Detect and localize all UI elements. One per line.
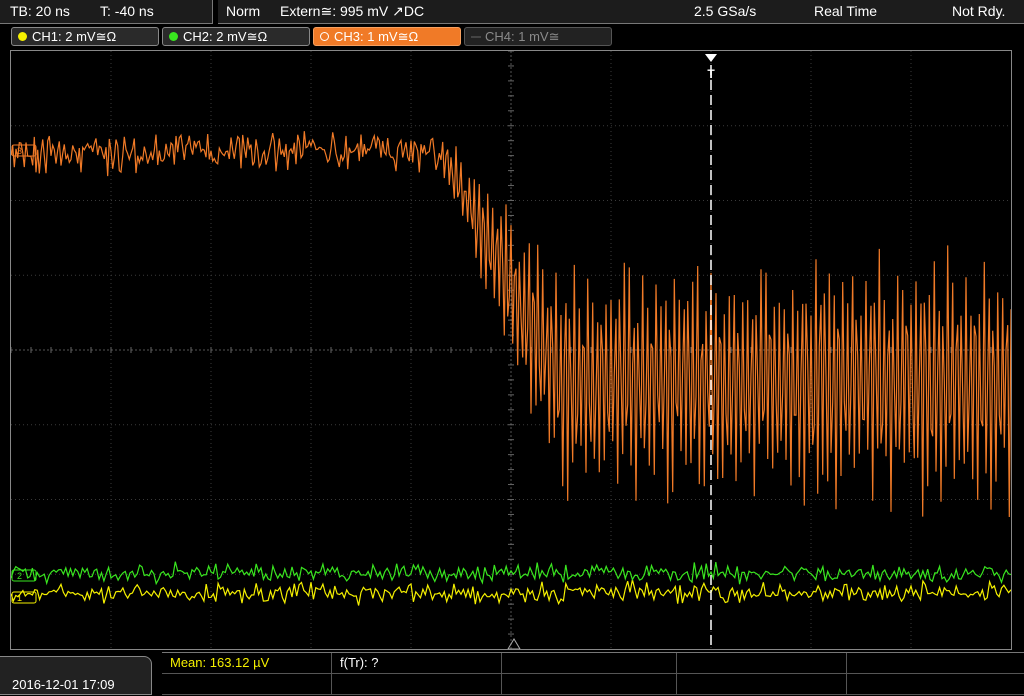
measurement-mean-value: Mean: 163.12 µV <box>170 655 270 670</box>
measurement-cell-7[interactable] <box>332 674 502 695</box>
ch2-offset-marker[interactable]: 2 <box>11 569 37 582</box>
channel-2-label: CH2: 2 mV≅Ω <box>183 29 268 44</box>
ready-status-label: Not Rdy. <box>952 3 1006 19</box>
waveform-display[interactable]: T 3 2 1 <box>10 50 1012 650</box>
measurement-cell-1[interactable]: Mean: 163.12 µV <box>162 653 332 674</box>
timebase-panel[interactable]: TB: 20 ns T: -40 ns <box>0 0 213 24</box>
top-status-bar: TB: 20 ns T: -40 ns Norm Extern≅: 995 mV… <box>0 0 1024 24</box>
channel-3-tab[interactable]: CH3: 1 mV≅Ω <box>313 27 461 46</box>
measurement-cell-6[interactable] <box>162 674 332 695</box>
measurement-table[interactable]: Mean: 163.12 µV f(Tr): ? <box>162 652 1024 696</box>
measurement-cell-8[interactable] <box>502 674 677 695</box>
horizontal-position-marker-icon <box>507 638 521 650</box>
acquisition-mode-label: Real Time <box>814 3 878 19</box>
datetime-label: 2016-12-01 17:09 <box>12 677 115 692</box>
channel-1-dot-icon <box>18 32 27 41</box>
measurement-cell-2[interactable]: f(Tr): ? <box>332 653 502 674</box>
trigger-mode-label: Norm <box>226 3 261 19</box>
measurement-cell-4[interactable] <box>677 653 847 674</box>
channel-3-dot-icon <box>320 32 329 41</box>
bottom-bar: 2016-12-01 17:09 Mean: 163.12 µV f(Tr): … <box>0 652 1024 695</box>
channel-2-dot-icon <box>169 32 178 41</box>
trigger-status-panel[interactable]: Norm Extern≅: 995 mV ↗DC 2.5 GSa/s Real … <box>218 0 1024 24</box>
channel-4-label: CH4: 1 mV≅ <box>485 29 560 44</box>
channel-1-label: CH1: 2 mV≅Ω <box>32 29 117 44</box>
channel-4-tab[interactable]: CH4: 1 mV≅ <box>464 27 612 46</box>
channel-1-tab[interactable]: CH1: 2 mV≅Ω <box>11 27 159 46</box>
measurement-cell-5[interactable] <box>847 653 1024 674</box>
measurement-cell-3[interactable] <box>502 653 677 674</box>
channel-4-dash-icon <box>471 36 481 38</box>
measurement-cell-9[interactable] <box>677 674 847 695</box>
timebase-label: TB: 20 ns <box>10 3 70 19</box>
trigger-time-label: T: -40 ns <box>100 3 154 19</box>
waveform-graticule: T 3 2 1 <box>10 50 1012 650</box>
ch2-marker-label: 2 <box>17 571 22 581</box>
ch3-marker-label: 3 <box>17 146 22 156</box>
channel-3-label: CH3: 1 mV≅Ω <box>334 29 419 44</box>
datetime-panel: 2016-12-01 17:09 <box>0 656 152 695</box>
trigger-marker[interactable]: T <box>705 54 717 81</box>
channel-2-tab[interactable]: CH2: 2 mV≅Ω <box>162 27 310 46</box>
ch1-marker-label: 1 <box>17 593 22 603</box>
measurement-rise-freq-value: f(Tr): ? <box>340 655 379 670</box>
sample-rate-label: 2.5 GSa/s <box>694 3 757 19</box>
trigger-source-label: Extern≅: 995 mV ↗DC <box>280 3 425 19</box>
trigger-arrow-icon <box>705 54 717 62</box>
measurement-cell-10[interactable] <box>847 674 1024 695</box>
channel-tabs: CH1: 2 mV≅Ω CH2: 2 mV≅Ω CH3: 1 mV≅Ω CH4:… <box>0 25 1024 49</box>
trigger-marker-label: T <box>707 67 715 81</box>
